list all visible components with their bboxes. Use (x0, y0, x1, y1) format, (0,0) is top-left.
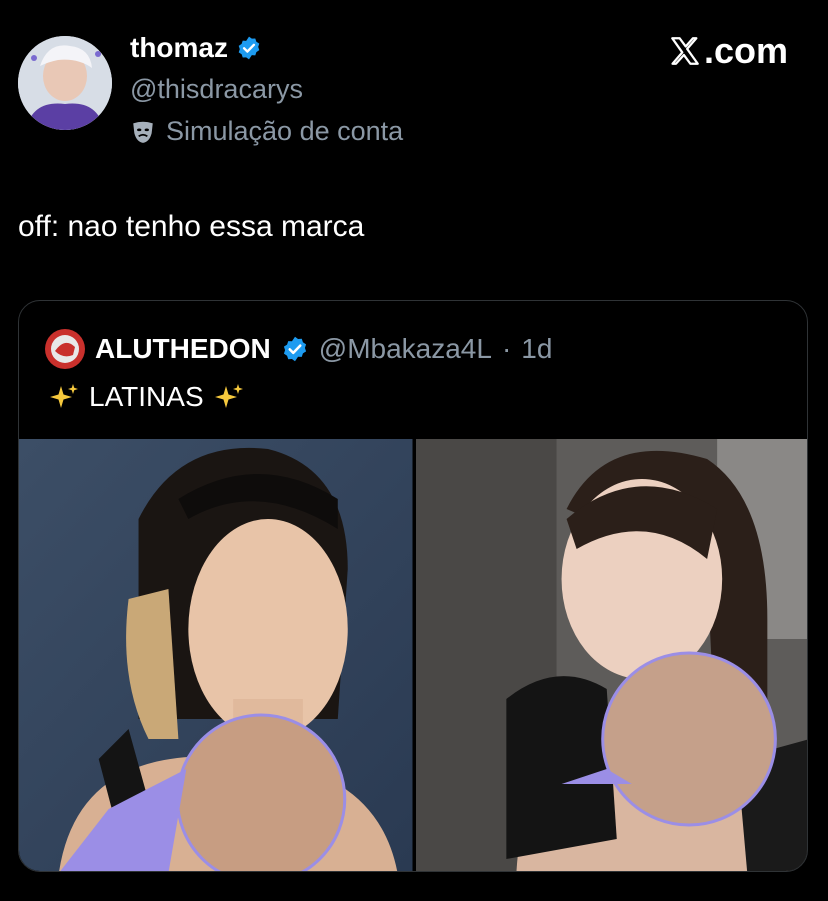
sparkles-icon (50, 384, 78, 408)
account-simulation-label: Simulação de conta (130, 116, 403, 147)
quoted-media (19, 439, 807, 871)
sparkles-icon (214, 384, 243, 408)
quoted-author-name[interactable]: ALUTHEDON (95, 333, 271, 365)
verified-badge-icon (238, 36, 260, 60)
author-name-row: thomaz (130, 32, 262, 64)
media-photo-left[interactable] (19, 439, 413, 871)
author-avatar[interactable] (18, 36, 112, 130)
quoted-avatar[interactable] (45, 329, 85, 369)
quoted-text-row: LATINAS (49, 381, 244, 413)
theater-mask-icon (133, 121, 153, 143)
x-watermark-text: .com (703, 30, 788, 71)
tweet-text: off: nao tenho essa marca (18, 210, 365, 243)
account-simulation-text: Simulação de conta (166, 116, 404, 146)
author-handle[interactable]: @thisdracarys (130, 74, 303, 105)
quoted-tweet[interactable]: ALUTHEDON @Mbakaza4L · 1d LATINAS (18, 300, 808, 872)
media-photo-right[interactable] (415, 439, 807, 871)
verified-badge-icon (283, 336, 306, 362)
author-name[interactable]: thomaz (130, 32, 228, 64)
quoted-author-handle[interactable]: @Mbakaza4L (319, 333, 492, 365)
x-watermark: .com (668, 30, 788, 72)
quoted-header: ALUTHEDON @Mbakaza4L · 1d (45, 329, 552, 369)
x-logo-icon (671, 37, 699, 65)
quoted-text: LATINAS (89, 381, 204, 412)
quoted-separator: · (501, 333, 512, 364)
quoted-time[interactable]: 1d (521, 333, 552, 365)
